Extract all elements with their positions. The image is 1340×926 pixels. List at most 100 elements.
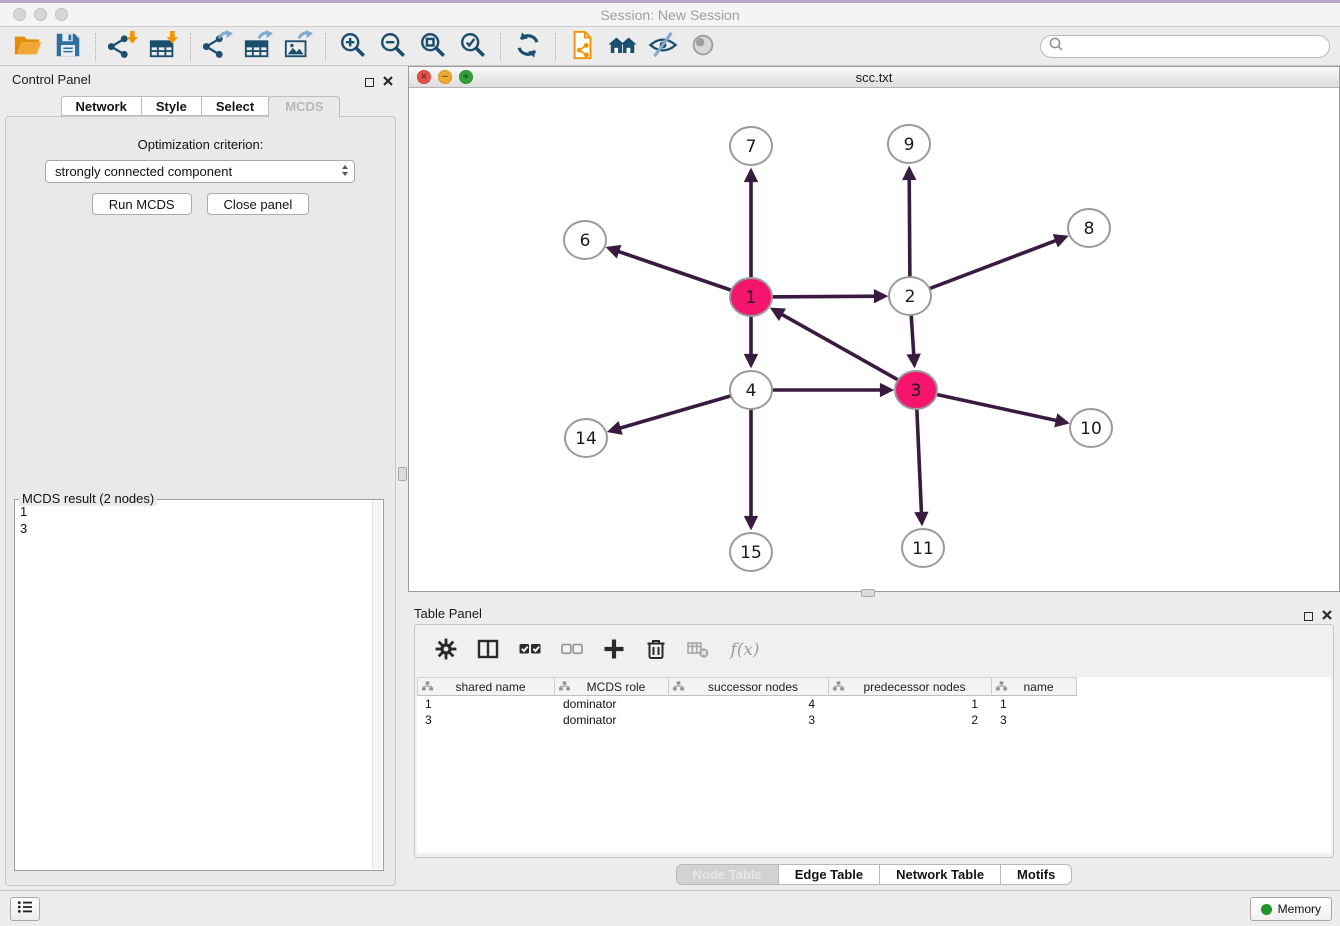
graph-edge-3-1[interactable]: [774, 310, 916, 390]
graph-node-label-8: 8: [1084, 219, 1095, 239]
fx-icon: f(x): [730, 640, 759, 660]
memory-button[interactable]: Memory: [1250, 897, 1332, 921]
table-cell[interactable]: 2: [829, 713, 992, 727]
node-table: shared nameMCDS rolesuccessor nodesprede…: [417, 677, 1331, 853]
tab-style[interactable]: Style: [141, 96, 202, 116]
network-file-button[interactable]: [563, 30, 603, 64]
mcds-result-group: MCDS result (2 nodes) 1 3: [14, 499, 384, 871]
home-button[interactable]: [603, 30, 643, 64]
zoom-in-button[interactable]: [333, 30, 373, 64]
save-icon: [53, 30, 83, 63]
gear-icon: [435, 638, 457, 663]
table-panel-close-button[interactable]: [1322, 607, 1332, 625]
tab-network-table[interactable]: Network Table: [879, 864, 1001, 885]
table-cell[interactable]: 4: [669, 697, 829, 711]
table-cell[interactable]: 3: [992, 713, 1077, 727]
graph-edge-2-8[interactable]: [910, 237, 1065, 296]
column-header-successor-nodes[interactable]: successor nodes: [669, 677, 829, 696]
refresh-button[interactable]: [508, 30, 548, 64]
tab-node-table[interactable]: Node Table: [676, 864, 779, 885]
table-panel-body: f(x) shared nameMCDS rolesuccessor nodes…: [414, 624, 1334, 858]
zoom-out-icon: [378, 30, 408, 63]
export-network-button[interactable]: [198, 30, 238, 64]
search-icon: [1048, 36, 1064, 57]
table-delete-icon: [687, 638, 709, 663]
import-network-button[interactable]: [103, 30, 143, 64]
hide-panel-button[interactable]: [643, 30, 683, 64]
add-row-button[interactable]: [601, 637, 627, 663]
run-mcds-button[interactable]: Run MCDS: [92, 193, 192, 215]
export-image-button[interactable]: [278, 30, 318, 64]
hierarchy-icon: [669, 680, 684, 694]
column-header-predecessor-nodes[interactable]: predecessor nodes: [829, 677, 992, 696]
network-canvas[interactable]: 7968124314101511: [409, 88, 1339, 591]
export-image-icon: [283, 30, 313, 63]
graph-node-label-9: 9: [904, 135, 915, 155]
control-panel-float-button[interactable]: [365, 78, 374, 87]
delete-row-button[interactable]: [643, 637, 669, 663]
vertical-splitter-grip[interactable]: [398, 467, 407, 481]
deselect-all-button[interactable]: [559, 637, 585, 663]
table-cell[interactable]: dominator: [555, 713, 669, 727]
zoom-in-icon: [338, 30, 368, 63]
hierarchy-icon: [418, 680, 433, 694]
show-panels-button[interactable]: [10, 897, 40, 921]
tab-mcds[interactable]: MCDS: [268, 96, 340, 117]
table-panel-float-button[interactable]: [1304, 612, 1313, 621]
table-cell[interactable]: 1: [417, 697, 555, 711]
search-input[interactable]: [1064, 37, 1329, 56]
optimization-criterion-select[interactable]: strongly connected component: [45, 160, 355, 183]
table-cell[interactable]: 3: [417, 713, 555, 727]
toolbar-separator: [500, 33, 501, 61]
table-cell[interactable]: dominator: [555, 697, 669, 711]
graph-edge-1-6[interactable]: [610, 248, 751, 297]
graph-edge-3-10[interactable]: [916, 390, 1066, 422]
table-rows: 1dominator4113dominator323: [417, 696, 1331, 728]
hierarchy-icon: [555, 680, 570, 694]
status-bar: Memory: [0, 890, 1340, 926]
open-folder-icon: [13, 30, 43, 63]
column-view-button[interactable]: [475, 637, 501, 663]
toolbar-separator: [95, 33, 96, 61]
toolbar-separator: [190, 33, 191, 61]
hierarchy-icon: [992, 680, 1007, 694]
tab-motifs[interactable]: Motifs: [1000, 864, 1072, 885]
import-table-button[interactable]: [143, 30, 183, 64]
show-panel-button: [683, 30, 723, 64]
result-scrollbar[interactable]: [372, 501, 382, 869]
save-session-button[interactable]: [48, 30, 88, 64]
table-cell[interactable]: 3: [669, 713, 829, 727]
tab-select[interactable]: Select: [201, 96, 269, 116]
graph-node-label-14: 14: [575, 429, 597, 449]
table-cell[interactable]: 1: [992, 697, 1077, 711]
memory-status-icon: [1261, 904, 1272, 915]
graph-node-label-4: 4: [746, 381, 757, 401]
close-panel-button[interactable]: Close panel: [207, 193, 310, 215]
control-panel-buttons: [365, 73, 393, 91]
table-settings-button[interactable]: [433, 637, 459, 663]
toolbar-button-group: [8, 30, 723, 64]
column-header-shared-name[interactable]: shared name: [417, 677, 555, 696]
column-header-MCDS-role[interactable]: MCDS role: [555, 677, 669, 696]
horizontal-splitter-grip[interactable]: [861, 589, 875, 597]
mcds-button-row: Run MCDS Close panel: [6, 193, 395, 215]
select-all-button[interactable]: [517, 637, 543, 663]
search-box: [1040, 35, 1330, 58]
zoom-fit-button[interactable]: [413, 30, 453, 64]
toolbar-separator: [325, 33, 326, 61]
tab-edge-table[interactable]: Edge Table: [778, 864, 880, 885]
zoom-selected-button[interactable]: [453, 30, 493, 64]
criterion-value: strongly connected component: [55, 164, 232, 179]
open-session-button[interactable]: [8, 30, 48, 64]
export-table-button[interactable]: [238, 30, 278, 64]
tab-network[interactable]: Network: [61, 96, 142, 116]
network-window-title: scc.txt: [409, 70, 1339, 85]
table-header-row: shared nameMCDS rolesuccessor nodesprede…: [417, 677, 1331, 696]
control-panel-close-button[interactable]: [383, 73, 393, 91]
zoom-selected-icon: [458, 30, 488, 63]
zoom-out-button[interactable]: [373, 30, 413, 64]
network-window-titlebar: × − + scc.txt: [409, 67, 1339, 88]
column-header-name[interactable]: name: [992, 677, 1077, 696]
table-cell[interactable]: 1: [829, 697, 992, 711]
graph-node-label-15: 15: [740, 543, 762, 563]
